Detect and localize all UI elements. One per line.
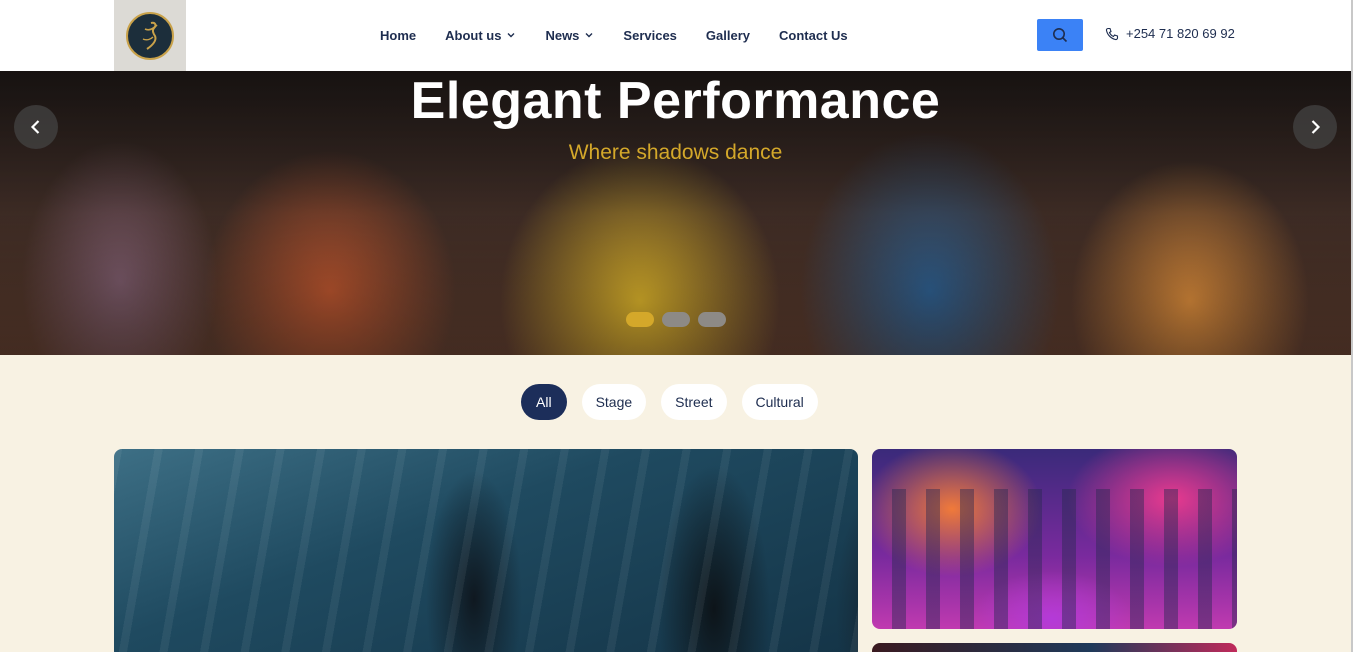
nav-gallery[interactable]: Gallery [706, 28, 750, 43]
hero-subtitle: Where shadows dance [568, 141, 783, 164]
nav-services-label: Services [623, 27, 677, 43]
nav-contact-us-label: Contact Us [779, 27, 848, 43]
search-icon [1053, 28, 1068, 43]
gallery-filters: All Stage Street Cultural [521, 384, 833, 420]
dancer-logo-icon [126, 11, 174, 60]
site-logo[interactable] [114, 0, 186, 71]
slide-dot-1[interactable] [626, 312, 654, 327]
slide-indicators [626, 312, 734, 327]
phone-number: +254 71 820 69 92 [1126, 26, 1235, 41]
nav-about-us[interactable]: About us [445, 28, 516, 43]
gallery-image-underwater-dancers[interactable] [114, 449, 858, 652]
chevron-down-icon [507, 33, 515, 38]
chevron-right-icon [1311, 120, 1321, 134]
nav-contact-us[interactable]: Contact Us [779, 28, 848, 43]
nav-services[interactable]: Services [623, 28, 677, 43]
previous-slide-button[interactable] [14, 105, 58, 149]
nav-news-label: News [545, 27, 580, 43]
nav-about-us-label: About us [445, 27, 502, 43]
slide-dot-3[interactable] [698, 312, 726, 327]
nav-news[interactable]: News [545, 28, 594, 43]
filter-stage[interactable]: Stage [581, 384, 647, 420]
filter-all[interactable]: All [521, 384, 567, 420]
main-nav: Home About us News Services Gallery Cont… [380, 26, 877, 44]
filter-cultural[interactable]: Cultural [741, 384, 818, 420]
gallery-image-stage-dancers[interactable] [872, 449, 1237, 629]
light-rays [114, 449, 858, 652]
hero-title: Elegant Performance [410, 72, 941, 130]
filter-street[interactable]: Street [661, 384, 727, 420]
dancer-silhouettes [872, 489, 1237, 629]
phone-icon [1105, 27, 1119, 40]
next-slide-button[interactable] [1293, 105, 1337, 149]
chevron-down-icon [585, 33, 593, 38]
search-button[interactable] [1037, 19, 1083, 51]
nav-home[interactable]: Home [380, 28, 416, 43]
phone-contact[interactable]: +254 71 820 69 92 [1105, 26, 1235, 41]
nav-home-label: Home [380, 27, 417, 43]
hero-slider: Elegant Performance Where shadows dance [0, 71, 1351, 355]
nav-gallery-label: Gallery [705, 27, 751, 43]
gallery-image-next[interactable] [872, 643, 1237, 652]
chevron-left-icon [30, 120, 40, 134]
site-header: Home About us News Services Gallery Cont… [0, 0, 1351, 71]
slide-dot-2[interactable] [662, 312, 690, 327]
